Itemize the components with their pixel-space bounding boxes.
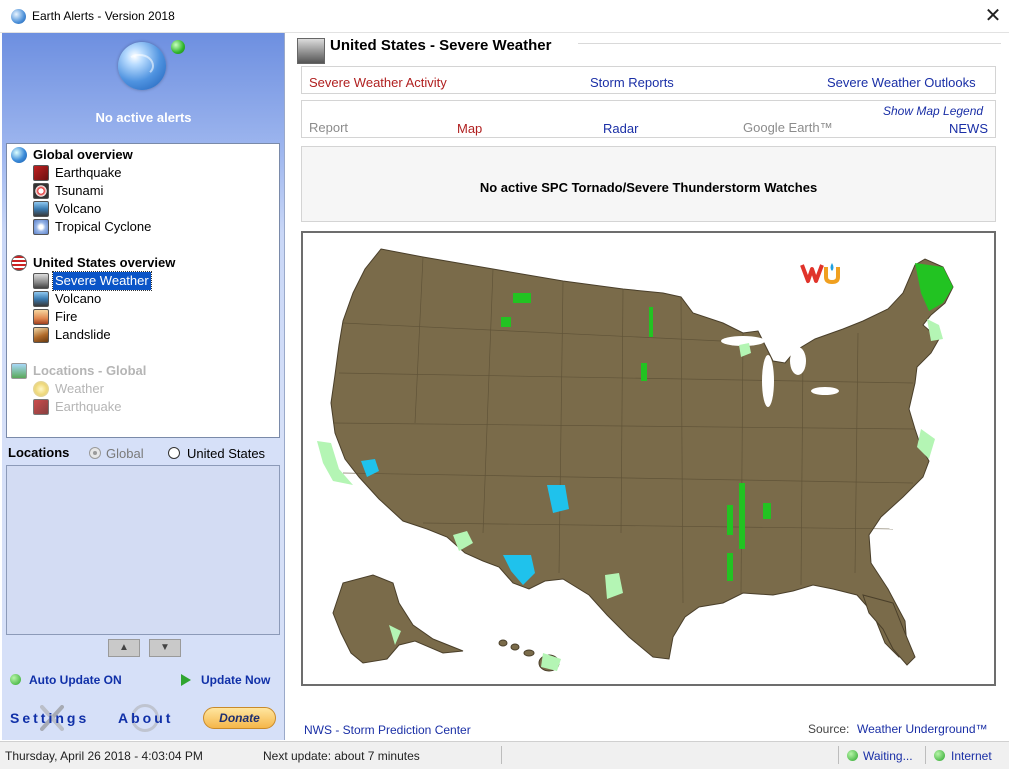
donate-button[interactable]: Donate — [203, 707, 276, 729]
status-datetime: Thursday, April 26 2018 - 4:03:04 PM — [5, 749, 203, 763]
tree-item-landslide[interactable]: Landslide — [33, 326, 233, 344]
tsunami-icon — [33, 183, 49, 199]
move-up-button[interactable]: ▲ — [108, 639, 140, 657]
tree-item-label: Volcano — [55, 291, 102, 306]
status-next-update: Next update: about 7 minutes — [263, 749, 420, 763]
tab-report[interactable]: Report — [309, 120, 348, 135]
tree-item-label: Tsunami — [55, 183, 104, 198]
radio-global[interactable] — [89, 447, 101, 459]
status-divider — [838, 746, 839, 764]
us-map-image — [317, 248, 954, 672]
tree-item-volcano[interactable]: Volcano — [33, 200, 233, 218]
tree-item-location-earthquake: Earthquake — [33, 398, 233, 416]
severe-weather-map[interactable] — [301, 231, 996, 686]
nav-severe-weather-outlooks[interactable]: Severe Weather Outlooks — [827, 75, 976, 90]
about-button[interactable]: About — [118, 710, 173, 726]
tree-item-label: Earthquake — [55, 165, 122, 180]
arrow-up-icon: ▲ — [119, 642, 129, 653]
auto-update-status-icon — [10, 674, 21, 685]
watch-status-text: No active SPC Tornado/Severe Thunderstor… — [479, 180, 818, 195]
tree-item-us-volcano[interactable]: Volcano — [33, 290, 233, 308]
earthquake-icon — [33, 399, 49, 415]
tree-item-label: Fire — [55, 309, 78, 324]
weather-underground-link[interactable]: Weather Underground™ — [857, 722, 988, 736]
volcano-icon — [33, 201, 49, 217]
show-map-legend-link[interactable]: Show Map Legend — [883, 104, 983, 118]
tree-item-tropical-cyclone[interactable]: Tropical Cyclone — [33, 218, 233, 236]
window-title: Earth Alerts - Version 2018 — [32, 9, 175, 23]
status-divider — [501, 746, 502, 764]
update-now-button[interactable]: Update Now — [201, 673, 270, 687]
tree-item-location-weather: Weather — [33, 380, 233, 398]
tree-header-locations: Locations - Global — [11, 362, 251, 380]
wunderground-logo — [800, 263, 840, 285]
tree-item-severe-weather[interactable]: Severe Weather — [33, 271, 233, 291]
overview-tree[interactable]: Global overview Earthquake Tsunami Volca… — [6, 143, 280, 438]
tree-header-global[interactable]: Global overview — [11, 146, 251, 164]
landslide-icon — [33, 327, 49, 343]
lake-erie — [811, 387, 839, 395]
source-label: Source: — [808, 722, 850, 736]
page-title: United States - Severe Weather — [330, 37, 552, 54]
tab-map[interactable]: Map — [457, 121, 482, 136]
tab-google-earth[interactable]: Google Earth™ — [743, 120, 833, 135]
waiting-status-icon — [847, 750, 858, 761]
tree-item-label: Earthquake — [55, 399, 122, 414]
tree-item-fire[interactable]: Fire — [33, 308, 233, 326]
settings-button[interactable]: Settings — [10, 710, 89, 726]
arrow-down-icon: ▼ — [160, 642, 170, 653]
radio-united-states-label[interactable]: United States — [187, 446, 265, 461]
status-dot-icon — [171, 40, 185, 54]
tree-item-earthquake[interactable]: Earthquake — [33, 164, 233, 182]
radio-global-label[interactable]: Global — [106, 446, 144, 461]
us-flag-icon — [11, 255, 27, 271]
cyclone-icon — [33, 219, 49, 235]
tab-news[interactable]: NEWS — [949, 121, 988, 136]
tree-header-label: Global overview — [33, 147, 133, 162]
tree-item-label: Volcano — [55, 201, 102, 216]
globe-icon — [11, 147, 27, 163]
nws-storm-prediction-center-link[interactable]: NWS - Storm Prediction Center — [304, 723, 471, 737]
locations-map-icon — [11, 363, 27, 379]
nav-storm-reports[interactable]: Storm Reports — [590, 75, 674, 90]
alert-status: No active alerts — [95, 110, 192, 125]
severe-weather-icon — [33, 273, 49, 289]
close-button[interactable]: ✕ — [983, 5, 1003, 27]
lake-michigan — [762, 355, 774, 407]
app-globe-icon — [11, 9, 26, 24]
earthquake-icon — [33, 165, 49, 181]
lake-huron — [790, 347, 806, 375]
tree-item-label: Severe Weather — [52, 271, 152, 291]
locations-label: Locations — [8, 445, 70, 460]
tree-header-label: United States overview — [33, 255, 176, 270]
severe-weather-header-icon — [297, 38, 325, 64]
tree-item-label: Landslide — [55, 327, 111, 342]
volcano-icon — [33, 291, 49, 307]
florida-shape — [862, 594, 916, 666]
status-divider — [925, 746, 926, 764]
tree-item-label: Tropical Cyclone — [55, 219, 152, 234]
internet-status: Internet — [951, 749, 992, 763]
fire-icon — [33, 309, 49, 325]
contiguous-us-shape — [330, 248, 954, 660]
weather-icon — [33, 381, 49, 397]
play-icon[interactable] — [181, 674, 191, 686]
nav-severe-weather-activity[interactable]: Severe Weather Activity — [309, 75, 447, 90]
globe-highlight — [128, 54, 154, 76]
radio-united-states[interactable] — [168, 447, 180, 459]
tree-item-label: Weather — [55, 381, 104, 396]
tab-radar[interactable]: Radar — [603, 121, 638, 136]
auto-update-toggle[interactable]: Auto Update ON — [29, 673, 122, 687]
tree-header-us[interactable]: United States overview — [11, 254, 251, 272]
move-down-button[interactable]: ▼ — [149, 639, 181, 657]
header-divider — [578, 43, 1001, 44]
alaska-shape — [332, 574, 464, 664]
tree-header-label: Locations - Global — [33, 363, 147, 378]
tree-item-tsunami[interactable]: Tsunami — [33, 182, 233, 200]
internet-status-icon — [934, 750, 945, 761]
waiting-status: Waiting... — [863, 749, 913, 763]
locations-list[interactable] — [6, 465, 280, 635]
